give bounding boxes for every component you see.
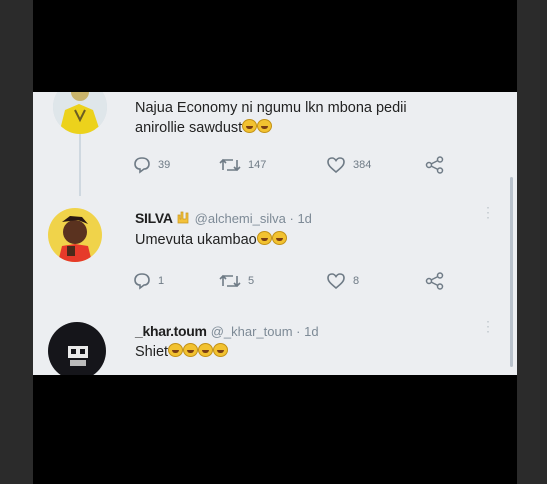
tweet-text-line: Najua Economy ni ngumu lkn mbona pedii: [135, 100, 407, 116]
share-button[interactable]: [425, 156, 445, 174]
avatar[interactable]: [48, 322, 106, 375]
like-count: 384: [353, 159, 372, 171]
tweet-actions: 39 147 384: [133, 156, 493, 178]
more-icon[interactable]: ⋮: [481, 204, 495, 221]
like-button[interactable]: 384: [326, 156, 371, 174]
laughing-emoji-icon: [257, 119, 273, 133]
scrollbar[interactable]: [510, 177, 513, 367]
avatar[interactable]: [48, 208, 102, 262]
tweet-thread: Najua Economy ni ngumu lkn mbona pedii a…: [33, 92, 517, 375]
like-button[interactable]: 8: [326, 272, 359, 290]
like-icon: [327, 273, 345, 290]
reply-count: 1: [158, 275, 165, 287]
display-name[interactable]: _khar.toum: [135, 323, 207, 339]
reply-icon: [134, 157, 150, 174]
share-button[interactable]: [425, 272, 445, 290]
thread-connector: [79, 134, 81, 196]
tweet-text: Umevuta ukambao: [135, 230, 287, 250]
like-count: 8: [353, 275, 360, 287]
avatar[interactable]: [53, 92, 107, 134]
tweet-text: Shiet: [135, 342, 229, 362]
retweet-icon: [219, 158, 241, 172]
reply-icon: [134, 273, 150, 290]
share-icon: [425, 272, 444, 290]
reply-button[interactable]: 39: [133, 156, 170, 174]
retweet-button[interactable]: 147: [219, 156, 266, 174]
avatar-image: [53, 92, 107, 134]
user-handle[interactable]: @_khar_toum · 1d: [211, 324, 319, 339]
tweet-header: _khar.toum @_khar_toum · 1d: [135, 323, 319, 339]
display-name[interactable]: SILVA: [135, 210, 173, 226]
laughing-emoji-icon: [213, 343, 229, 357]
tweet-text-line: anirollie sawdust: [135, 120, 243, 136]
reply-count: 39: [158, 159, 171, 171]
reply-button[interactable]: 1: [133, 272, 164, 290]
laughing-emoji-icon: [198, 343, 214, 357]
retweet-icon: [219, 274, 241, 288]
laughing-emoji-icon: [168, 343, 184, 357]
retweet-count: 5: [248, 275, 255, 287]
user-handle[interactable]: @alchemi_silva · 1d: [195, 211, 312, 226]
left-border: [0, 0, 33, 484]
tweet-header: SILVA @alchemi_silva · 1d: [135, 210, 312, 226]
avatar-image: [48, 208, 102, 262]
tweet-actions: 1 5 8: [133, 272, 493, 294]
like-icon: [327, 157, 345, 174]
avatar-image: [48, 322, 106, 375]
retweet-button[interactable]: 5: [219, 272, 254, 290]
laughing-emoji-icon: [183, 343, 199, 357]
laughing-emoji-icon: [271, 231, 287, 245]
rock-on-emoji-icon: [177, 211, 189, 224]
laughing-emoji-icon: [242, 119, 258, 133]
tweet-text-line: Shiet: [135, 344, 169, 360]
tweet-text: Najua Economy ni ngumu lkn mbona pedii a…: [135, 98, 407, 138]
tweet-text-line: Umevuta ukambao: [135, 232, 257, 248]
retweet-count: 147: [248, 159, 267, 171]
more-icon[interactable]: ⋮: [481, 318, 495, 335]
right-border: [517, 0, 547, 484]
laughing-emoji-icon: [256, 231, 272, 245]
share-icon: [425, 156, 444, 174]
